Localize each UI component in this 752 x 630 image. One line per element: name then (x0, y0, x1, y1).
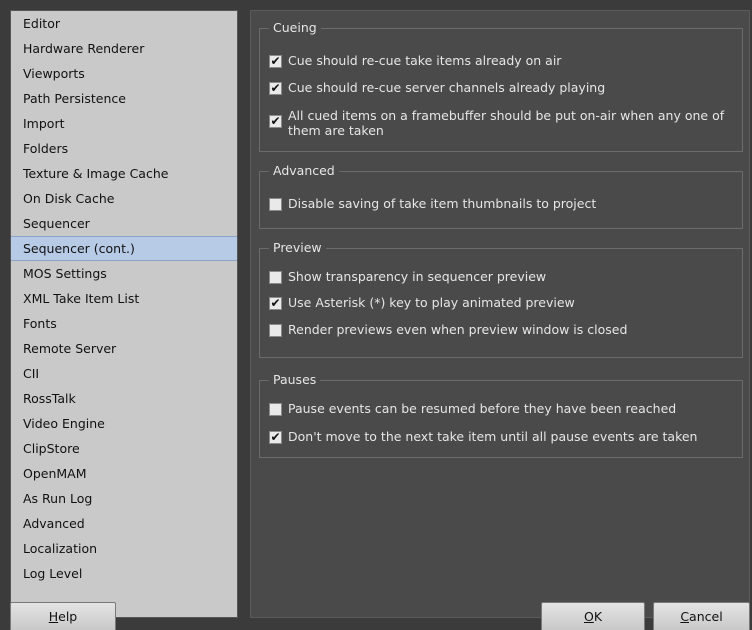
pause-resume-checkbox[interactable] (269, 403, 282, 416)
category-item-rosstalk[interactable]: RossTalk (11, 386, 237, 411)
category-item-localization[interactable]: Localization (11, 536, 237, 561)
category-item-clipstore[interactable]: ClipStore (11, 436, 237, 461)
ok-mnemonic: O (583, 609, 594, 624)
help-mnemonic: H (48, 609, 59, 624)
option-label: Render previews even when preview window… (288, 322, 628, 337)
preview-group: Preview Show transparency in sequencer p… (259, 240, 743, 358)
cancel-mnemonic: C (680, 609, 690, 624)
category-item-xml-take-item-list[interactable]: XML Take Item List (11, 286, 237, 311)
option-label: Don't move to the next take item until a… (288, 429, 698, 444)
category-item-folders[interactable]: Folders (11, 136, 237, 161)
check-icon: ✔ (270, 54, 281, 68)
option-label: Cue should re-cue take items already on … (288, 53, 562, 68)
asterisk-key-checkbox[interactable]: ✔ (269, 296, 282, 310)
group-title: Pauses (269, 372, 321, 388)
category-item-video-engine[interactable]: Video Engine (11, 411, 237, 436)
category-item-advanced[interactable]: Advanced (11, 511, 237, 536)
category-item-openmam[interactable]: OpenMAM (11, 461, 237, 486)
option-label: Pause events can be resumed before they … (288, 401, 677, 416)
render-previews-option[interactable]: Render previews even when preview window… (269, 322, 748, 337)
ok-button[interactable]: OK (541, 602, 645, 630)
cancel-label: ancel (689, 609, 723, 624)
help-label: elp (58, 609, 78, 624)
settings-panel: Cueing ✔ Cue should re-cue take items al… (250, 10, 750, 618)
option-label: Show transparency in sequencer preview (288, 269, 547, 284)
cancel-button[interactable]: Cancel (653, 602, 750, 630)
ok-label: K (593, 609, 603, 624)
check-icon: ✔ (270, 114, 281, 128)
disable-thumbnails-checkbox[interactable] (269, 198, 282, 211)
option-label: Cue should re-cue server channels alread… (288, 80, 606, 95)
group-title: Cueing (269, 20, 321, 36)
pause-resume-option[interactable]: Pause events can be resumed before they … (269, 401, 748, 416)
category-item-texture-image-cache[interactable]: Texture & Image Cache (11, 161, 237, 186)
option-label: Use Asterisk (*) key to play animated pr… (288, 295, 575, 310)
category-item-viewports[interactable]: Viewports (11, 61, 237, 86)
category-item-editor[interactable]: Editor (11, 11, 237, 36)
cue-recue-on-air-option[interactable]: ✔ Cue should re-cue take items already o… (269, 53, 748, 68)
check-icon: ✔ (270, 296, 281, 310)
asterisk-key-option[interactable]: ✔ Use Asterisk (*) key to play animated … (269, 295, 748, 310)
cue-recue-server-channels-checkbox[interactable]: ✔ (269, 81, 282, 95)
group-title: Preview (269, 240, 326, 256)
pauses-group: Pauses Pause events can be resumed befor… (259, 372, 743, 458)
render-previews-checkbox[interactable] (269, 324, 282, 337)
category-item-hardware-renderer[interactable]: Hardware Renderer (11, 36, 237, 61)
category-item-as-run-log[interactable]: As Run Log (11, 486, 237, 511)
cue-recue-server-channels-option[interactable]: ✔ Cue should re-cue server channels alre… (269, 80, 748, 95)
group-title: Advanced (269, 163, 339, 179)
category-item-sequencer-cont[interactable]: Sequencer (cont.) (11, 236, 237, 261)
category-list[interactable]: Editor Hardware Renderer Viewports Path … (10, 10, 238, 618)
disable-thumbnails-option[interactable]: Disable saving of take item thumbnails t… (269, 196, 748, 211)
cue-recue-on-air-checkbox[interactable]: ✔ (269, 54, 282, 68)
category-item-fonts[interactable]: Fonts (11, 311, 237, 336)
category-item-mos-settings[interactable]: MOS Settings (11, 261, 237, 286)
cueing-group: Cueing ✔ Cue should re-cue take items al… (259, 20, 743, 152)
check-icon: ✔ (270, 81, 281, 95)
pause-events-taken-option[interactable]: ✔ Don't move to the next take item until… (269, 429, 748, 444)
category-item-remote-server[interactable]: Remote Server (11, 336, 237, 361)
category-item-log-level[interactable]: Log Level (11, 561, 237, 586)
check-icon: ✔ (270, 430, 281, 444)
option-label: Disable saving of take item thumbnails t… (288, 196, 597, 211)
pause-events-taken-checkbox[interactable]: ✔ (269, 430, 282, 444)
option-label: All cued items on a framebuffer should b… (288, 108, 725, 138)
category-item-cii[interactable]: CII (11, 361, 237, 386)
cued-items-framebuffer-option[interactable]: ✔ All cued items on a framebuffer should… (269, 108, 748, 138)
category-item-path-persistence[interactable]: Path Persistence (11, 86, 237, 111)
category-item-on-disk-cache[interactable]: On Disk Cache (11, 186, 237, 211)
preferences-window: Editor Hardware Renderer Viewports Path … (0, 0, 752, 630)
category-item-sequencer[interactable]: Sequencer (11, 211, 237, 236)
cued-items-framebuffer-checkbox[interactable]: ✔ (269, 114, 282, 128)
category-item-import[interactable]: Import (11, 111, 237, 136)
show-transparency-checkbox[interactable] (269, 271, 282, 284)
help-button[interactable]: Help (10, 602, 116, 630)
show-transparency-option[interactable]: Show transparency in sequencer preview (269, 269, 748, 284)
advanced-group: Advanced Disable saving of take item thu… (259, 163, 743, 229)
